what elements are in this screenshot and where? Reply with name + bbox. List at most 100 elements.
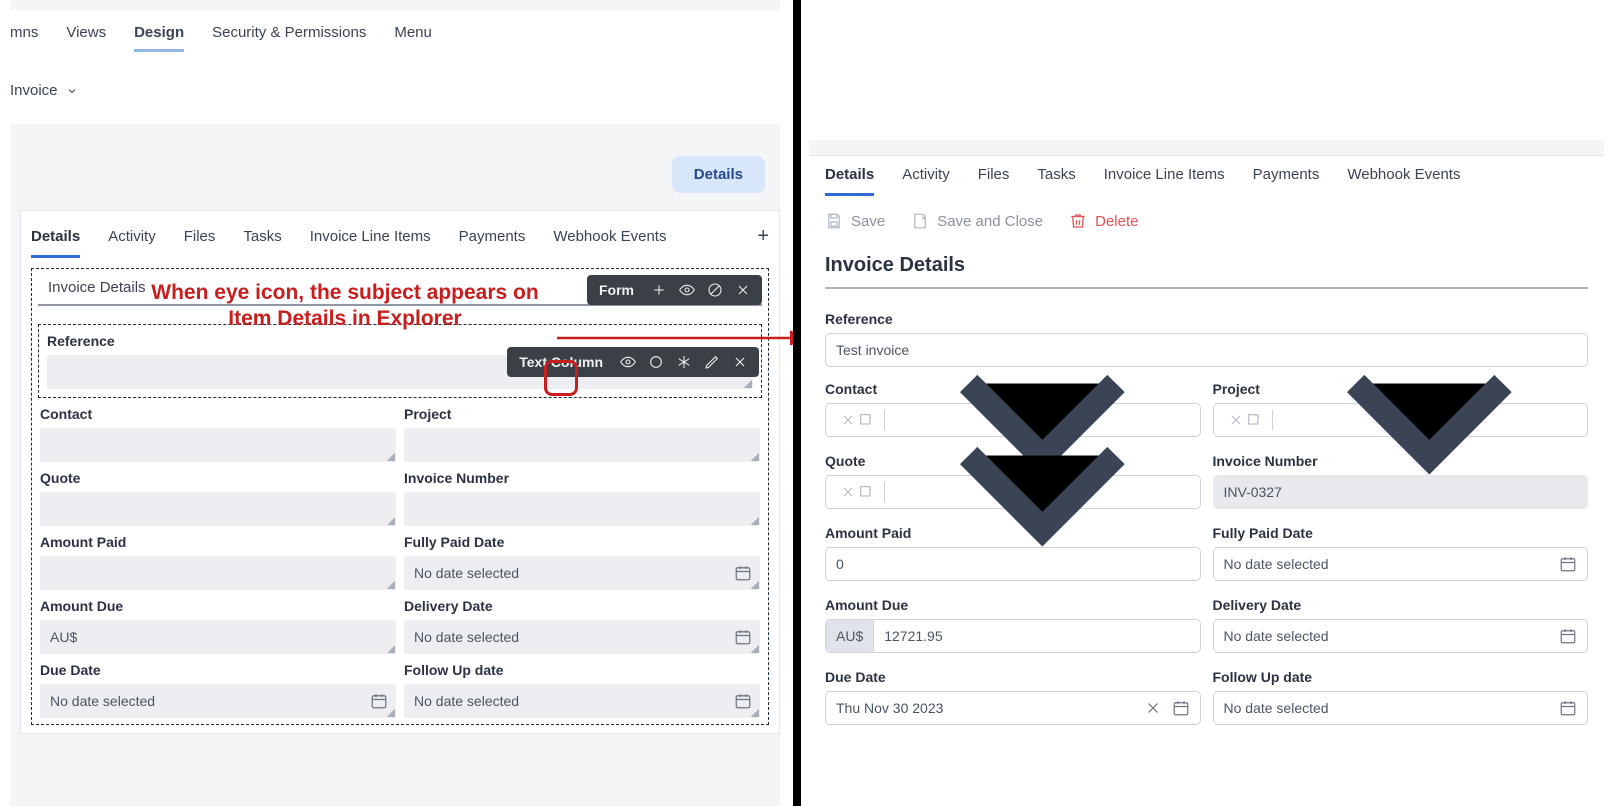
field-quote[interactable]: Quote <box>40 470 396 526</box>
tab-views[interactable]: Views <box>66 24 106 52</box>
delete-button[interactable]: Delete <box>1069 212 1138 230</box>
r-input-fully-paid-date[interactable]: No date selected <box>1213 547 1589 581</box>
calendar-icon <box>734 692 752 710</box>
field-follow-up-date[interactable]: Follow Up date No date selected <box>404 662 760 718</box>
label-delivery-date: Delivery Date <box>404 598 760 614</box>
subtab-activity[interactable]: Activity <box>108 228 156 245</box>
subtab-tasks[interactable]: Tasks <box>243 228 281 245</box>
action-bar: Save Save and Close Delete <box>825 212 1588 230</box>
label-quote: Quote <box>40 470 396 486</box>
input-contact[interactable] <box>40 428 396 462</box>
no-date-text: No date selected <box>414 565 519 581</box>
tab-mns[interactable]: mns <box>10 24 38 52</box>
input-due-date[interactable]: No date selected <box>40 684 396 718</box>
open-icon[interactable] <box>858 412 874 428</box>
rtab-invoice-line-items[interactable]: Invoice Line Items <box>1104 166 1225 196</box>
clear-icon[interactable] <box>1228 412 1244 428</box>
calendar-icon <box>1559 627 1577 645</box>
field-fully-paid-date[interactable]: Fully Paid Date No date selected <box>404 534 760 590</box>
label-invoice-number: Invoice Number <box>404 470 760 486</box>
chevron-down-icon[interactable] <box>895 345 1190 640</box>
input-delivery-date[interactable]: No date selected <box>404 620 760 654</box>
form-outline[interactable]: Form Invoice Details Reference Text Colu… <box>31 268 769 725</box>
r-input-quote[interactable] <box>825 475 1201 509</box>
r-value-amount-due: 12721.95 <box>874 620 1199 652</box>
clear-icon[interactable] <box>840 412 856 428</box>
r-input-due-date[interactable]: Thu Nov 30 2023 <box>825 691 1201 725</box>
entity-name: Invoice <box>10 82 58 99</box>
field-due-date[interactable]: Due Date No date selected <box>40 662 396 718</box>
form-add-button[interactable] <box>646 277 672 303</box>
r-input-amount-due[interactable]: AU$ 12721.95 <box>825 619 1201 653</box>
r-label-follow-up-date: Follow Up date <box>1213 669 1589 685</box>
no-date-text: No date selected <box>1224 628 1329 644</box>
clear-date-icon[interactable] <box>1144 699 1162 717</box>
subtab-webhook-events[interactable]: Webhook Events <box>553 228 666 245</box>
r-label-delivery-date: Delivery Date <box>1213 597 1589 613</box>
r-input-delivery-date[interactable]: No date selected <box>1213 619 1589 653</box>
tab-design[interactable]: Design <box>134 24 184 52</box>
field-amount-due[interactable]: Amount Due AU$ <box>40 598 396 654</box>
form-disable-button[interactable] <box>702 277 728 303</box>
r-label-amount-paid: Amount Paid <box>825 525 1201 541</box>
input-amount-paid[interactable] <box>40 556 396 590</box>
r-label-invoice-number: Invoice Number <box>1213 453 1589 469</box>
subtab-payments[interactable]: Payments <box>459 228 526 245</box>
clear-icon[interactable] <box>840 484 856 500</box>
open-icon[interactable] <box>858 484 874 500</box>
tab-menu[interactable]: Menu <box>394 24 432 52</box>
r-input-amount-paid[interactable]: 0 <box>825 547 1201 581</box>
input-quote[interactable] <box>40 492 396 526</box>
subtab-details[interactable]: Details <box>31 228 80 258</box>
input-follow-up-date[interactable]: No date selected <box>404 684 760 718</box>
field-contact[interactable]: Contact <box>40 406 396 462</box>
field-invoice-number[interactable]: Invoice Number <box>404 470 760 526</box>
field-project[interactable]: Project <box>404 406 760 462</box>
save-close-button[interactable]: Save and Close <box>911 212 1043 230</box>
r-field-quote: Quote <box>825 453 1201 509</box>
subtab-files[interactable]: Files <box>184 228 216 245</box>
r-input-follow-up-date[interactable]: No date selected <box>1213 691 1589 725</box>
currency-prefix: AU$ <box>826 620 874 652</box>
chevron-down-icon[interactable] <box>1282 273 1577 568</box>
annotation-text: When eye icon, the subject appears on It… <box>135 280 555 333</box>
field-amount-paid[interactable]: Amount Paid <box>40 534 396 590</box>
column-radio-button[interactable] <box>643 349 669 375</box>
r-field-delivery-date: Delivery Date No date selected <box>1213 597 1589 653</box>
input-fully-paid-date[interactable]: No date selected <box>404 556 760 590</box>
field-reference-selected[interactable]: Reference Text Column <box>38 324 762 398</box>
rtab-activity[interactable]: Activity <box>902 166 950 196</box>
entity-dropdown[interactable]: Invoice <box>10 82 78 99</box>
field-delivery-date[interactable]: Delivery Date No date selected <box>404 598 760 654</box>
details-pill[interactable]: Details <box>672 156 765 193</box>
r-input-project[interactable] <box>1213 403 1589 437</box>
rtab-details[interactable]: Details <box>825 166 874 196</box>
column-edit-button[interactable] <box>699 349 725 375</box>
label-contact: Contact <box>40 406 396 422</box>
rtab-files[interactable]: Files <box>978 166 1010 196</box>
subtab-invoice-line-items[interactable]: Invoice Line Items <box>310 228 431 245</box>
no-date-text: No date selected <box>1224 556 1329 572</box>
rtab-webhook-events[interactable]: Webhook Events <box>1347 166 1460 196</box>
tab-security[interactable]: Security & Permissions <box>212 24 366 52</box>
column-visibility-button[interactable] <box>615 349 641 375</box>
label-amount-due: Amount Due <box>40 598 396 614</box>
open-icon[interactable] <box>1246 412 1262 428</box>
save-close-label: Save and Close <box>937 213 1043 230</box>
column-close-button[interactable] <box>727 349 753 375</box>
save-button[interactable]: Save <box>825 212 885 230</box>
input-amount-due[interactable]: AU$ <box>40 620 396 654</box>
r-field-project: Project <box>1213 381 1589 437</box>
column-required-button[interactable] <box>671 349 697 375</box>
rtab-payments[interactable]: Payments <box>1253 166 1320 196</box>
r-field-amount-due: Amount Due AU$ 12721.95 <box>825 597 1201 653</box>
r-input-invoice-number: INV-0327 <box>1213 475 1589 509</box>
rtab-tasks[interactable]: Tasks <box>1037 166 1075 196</box>
form-visibility-button[interactable] <box>674 277 700 303</box>
input-project[interactable] <box>404 428 760 462</box>
no-date-text: No date selected <box>414 693 519 709</box>
form-close-button[interactable] <box>730 277 756 303</box>
add-tab-button[interactable]: + <box>757 225 769 248</box>
input-invoice-number[interactable] <box>404 492 760 526</box>
r-label-fully-paid-date: Fully Paid Date <box>1213 525 1589 541</box>
